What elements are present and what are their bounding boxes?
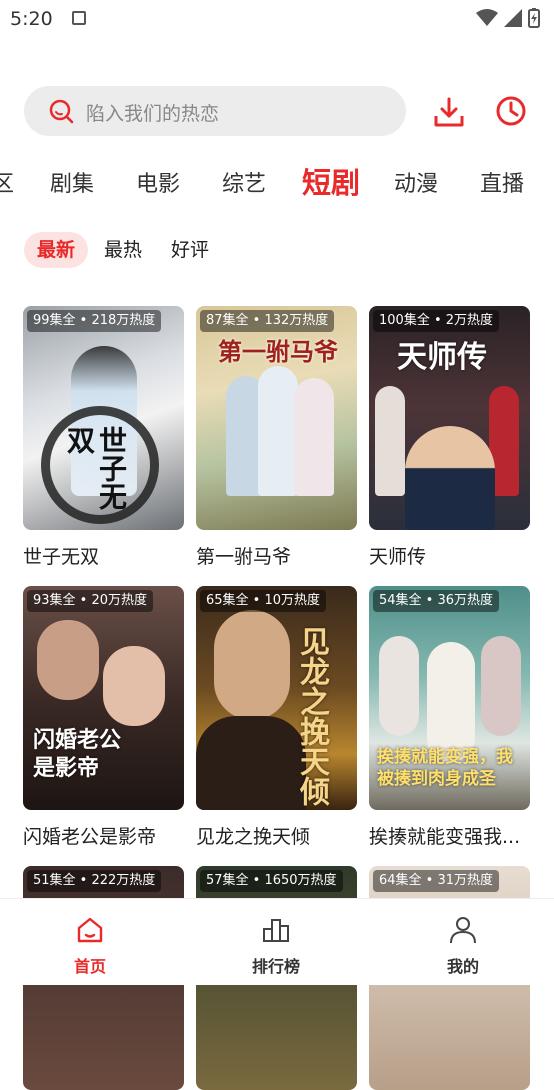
drama-card[interactable]: 世子无双 99集全 • 218万热度 世子无双 — [23, 306, 184, 569]
drama-title: 见龙之挽天倾 — [196, 826, 311, 848]
tab-category-4[interactable]: 短剧 — [302, 160, 360, 202]
category-tabs: 区 剧集 电影 综艺 短剧 动漫 直播 — [0, 160, 554, 204]
wifi-icon — [476, 9, 498, 26]
battery-icon — [528, 8, 540, 28]
episode-heat-badge: 57集全 • 1650万热度 — [200, 870, 343, 892]
episode-heat-badge: 64集全 • 31万热度 — [373, 870, 500, 892]
subtab-latest[interactable]: 最新 — [24, 232, 89, 268]
nav-profile[interactable]: 我的 — [413, 915, 513, 977]
poster-title-text: 世子无双 — [63, 426, 128, 510]
history-icon[interactable] — [494, 94, 528, 128]
subtab-hottest[interactable]: 最热 — [104, 232, 142, 268]
download-icon[interactable] — [433, 96, 465, 128]
drama-title: 挨揍就能变强我... — [369, 826, 521, 848]
nav-ranking-label: 排行榜 — [251, 957, 300, 976]
profile-icon — [450, 917, 476, 944]
search-bar[interactable]: 陷入我们的热恋 — [24, 86, 406, 136]
drama-card[interactable]: 天师传 100集全 • 2万热度 天师传 — [369, 306, 530, 569]
drama-title: 天师传 — [369, 546, 427, 568]
status-bar: 5:20 — [0, 0, 554, 40]
tab-category-0[interactable]: 区 — [0, 166, 14, 198]
tab-category-2[interactable]: 电影 — [136, 166, 180, 198]
poster-title-text: 见龙之挽天倾 — [294, 626, 329, 806]
bottom-navigation: 首页 排行榜 我的 — [0, 898, 554, 985]
drama-card[interactable]: 见龙之挽天倾 65集全 • 10万热度 见龙之挽天倾 — [196, 586, 357, 849]
tab-category-6[interactable]: 直播 — [480, 166, 524, 198]
drama-card[interactable]: 闪婚老公是影帝 93集全 • 20万热度 闪婚老公是影帝 — [23, 586, 184, 849]
tab-category-1[interactable]: 剧集 — [50, 166, 94, 198]
drama-poster[interactable]: 挨揍就能变强，我被揍到肉身成圣 54集全 • 36万热度 — [369, 586, 530, 810]
episode-heat-badge: 54集全 • 36万热度 — [373, 590, 500, 612]
poster-title-text: 天师传 — [397, 340, 487, 375]
drama-title: 闪婚老公是影帝 — [23, 826, 157, 848]
drama-poster[interactable]: 见龙之挽天倾 65集全 • 10万热度 — [196, 586, 357, 810]
episode-heat-badge: 93集全 • 20万热度 — [27, 590, 154, 612]
episode-heat-badge: 100集全 • 2万热度 — [373, 310, 500, 332]
poster-title-text: 挨揍就能变强，我被揍到肉身成圣 — [377, 747, 513, 789]
nav-ranking[interactable]: 排行榜 — [226, 915, 326, 977]
subtab-top-rated[interactable]: 好评 — [171, 232, 209, 268]
episode-heat-badge: 51集全 • 222万热度 — [27, 870, 162, 892]
ranking-icon — [263, 919, 289, 942]
drama-poster[interactable]: 第一驸马爷 87集全 • 132万热度 — [196, 306, 357, 530]
notification-icon — [72, 11, 86, 25]
nav-profile-label: 我的 — [446, 957, 479, 976]
drama-poster[interactable]: 天师传 100集全 • 2万热度 — [369, 306, 530, 530]
status-icons — [476, 8, 540, 28]
tab-category-5[interactable]: 动漫 — [394, 166, 438, 198]
search-icon — [49, 99, 74, 124]
drama-poster[interactable]: 世子无双 99集全 • 218万热度 — [23, 306, 184, 530]
drama-poster[interactable]: 闪婚老公是影帝 93集全 • 20万热度 — [23, 586, 184, 810]
drama-card[interactable]: 第一驸马爷 87集全 • 132万热度 第一驸马爷 — [196, 306, 357, 569]
nav-home-label: 首页 — [73, 957, 106, 976]
search-placeholder: 陷入我们的热恋 — [86, 103, 220, 125]
home-icon — [77, 917, 103, 943]
poster-title-text: 闪婚老公是影帝 — [33, 727, 122, 781]
drama-title: 第一驸马爷 — [196, 546, 292, 568]
tab-category-3[interactable]: 综艺 — [222, 166, 266, 198]
episode-heat-badge: 65集全 • 10万热度 — [200, 590, 327, 612]
nav-home[interactable]: 首页 — [40, 915, 140, 977]
episode-heat-badge: 87集全 • 132万热度 — [200, 310, 335, 332]
drama-title: 世子无双 — [23, 546, 100, 568]
drama-card[interactable]: 挨揍就能变强，我被揍到肉身成圣 54集全 • 36万热度 挨揍就能变强我... — [369, 586, 530, 849]
episode-heat-badge: 99集全 • 218万热度 — [27, 310, 162, 332]
status-time: 5:20 — [10, 8, 53, 30]
poster-title-text: 第一驸马爷 — [218, 337, 338, 366]
signal-icon — [504, 9, 522, 27]
